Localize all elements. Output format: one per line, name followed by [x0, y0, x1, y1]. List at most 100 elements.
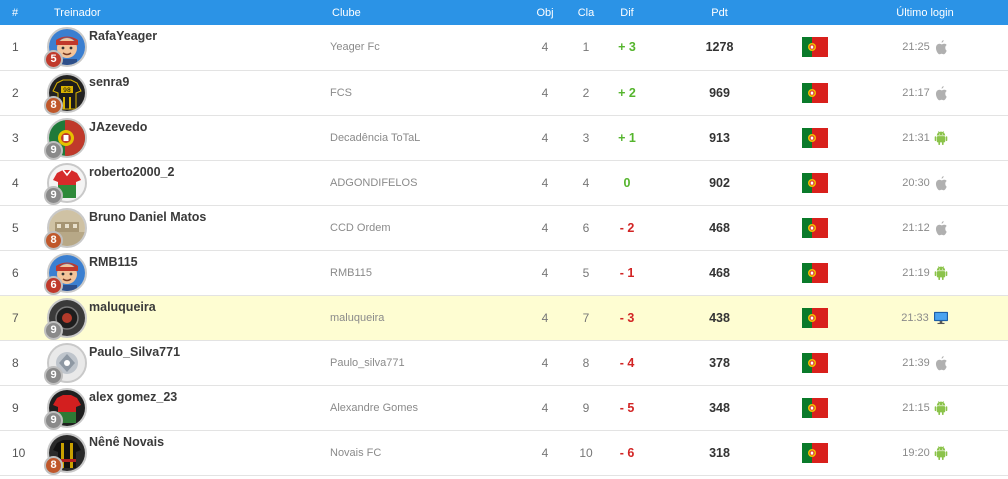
- club-name[interactable]: Alexandre Gomes: [330, 385, 520, 430]
- avatar-wrap[interactable]: 6: [44, 252, 89, 295]
- portugal-flag-icon: [801, 37, 828, 58]
- header-coach[interactable]: Treinador: [45, 0, 330, 25]
- coach-cell: 8 Nênê Novais: [44, 430, 330, 475]
- points-value: 902: [709, 175, 730, 190]
- coach-name-link[interactable]: Paulo_Silva771: [89, 345, 180, 359]
- portugal-flag-icon: [801, 127, 828, 148]
- rank-position: 2: [12, 85, 19, 100]
- level-badge: 9: [44, 410, 63, 430]
- table-row[interactable]: 5 8 Bruno Daniel Matos CCD Ordem 4 6 - 2 468 21:…: [0, 205, 1008, 250]
- header-cla[interactable]: Cla: [570, 0, 602, 25]
- objective-value: 4: [541, 445, 549, 460]
- nationality-cell: [787, 250, 842, 295]
- table-row[interactable]: 6 6 RMB115 RMB115 4 5 - 1 468 21:19: [0, 250, 1008, 295]
- nationality-cell: [787, 70, 842, 115]
- last-login-cell: 21:12: [842, 205, 1008, 250]
- coach-cell: 6 RMB115: [44, 250, 330, 295]
- coach-name-link[interactable]: Nênê Novais: [89, 435, 164, 449]
- table-header-row: # Treinador Clube Obj Cla Dif Pdt Último…: [0, 0, 1008, 25]
- last-login-time: 21:17: [902, 86, 930, 99]
- table-row[interactable]: 8 9 Paulo_Silva771 Paulo_silva771 4 8 - 4 378 21…: [0, 340, 1008, 385]
- classification-value: 9: [582, 400, 590, 415]
- last-login-cell: 21:17: [842, 70, 1008, 115]
- desktop-icon: [933, 311, 949, 325]
- rank-position: 3: [12, 130, 19, 145]
- header-club[interactable]: Clube: [330, 0, 520, 25]
- level-badge: 8: [44, 230, 63, 250]
- avatar-wrap[interactable]: 9: [44, 297, 89, 340]
- coach-name-link[interactable]: alex gomez_23: [89, 390, 177, 404]
- table-row[interactable]: 2 98 8 senra9 FCS 4 2 + 2 969 21:17: [0, 70, 1008, 115]
- table-row[interactable]: 1 5 RafaYeager Yeager Fc 4 1 + 3 1278 21:25: [0, 25, 1008, 70]
- table-row[interactable]: 4 9 roberto2000_2 ADGONDIFELOS 4 4 0 902 20:30: [0, 160, 1008, 205]
- club-name[interactable]: ADGONDIFELOS: [330, 160, 520, 205]
- avatar-wrap[interactable]: 9: [44, 117, 89, 160]
- coach-name-link[interactable]: RMB115: [89, 255, 138, 269]
- classification-value: 5: [582, 265, 590, 280]
- nationality-cell: [787, 295, 842, 340]
- apple-icon: [934, 355, 948, 371]
- avatar-wrap[interactable]: 9: [44, 387, 89, 430]
- club-name[interactable]: FCS: [330, 70, 520, 115]
- club-name[interactable]: CCD Ordem: [330, 205, 520, 250]
- objective-value: 4: [541, 265, 549, 280]
- coach-name-link[interactable]: senra9: [89, 75, 129, 89]
- table-row[interactable]: 7 9 maluqueira maluqueira 4 7 - 3 438 21:33: [0, 295, 1008, 340]
- coach-name-link[interactable]: Bruno Daniel Matos: [89, 210, 206, 224]
- table-row[interactable]: 10 8 Nênê Novais Novais FC 4 10 - 6 318 19:20: [0, 430, 1008, 475]
- last-login-time: 21:31: [902, 131, 930, 144]
- classification-value: 10: [579, 445, 593, 460]
- portugal-flag-icon: [801, 307, 828, 328]
- apple-icon: [934, 175, 948, 191]
- club-name[interactable]: RMB115: [330, 250, 520, 295]
- coach-cell: 5 RafaYeager: [44, 25, 330, 70]
- club-name[interactable]: Yeager Fc: [330, 25, 520, 70]
- ranking-table: # Treinador Clube Obj Cla Dif Pdt Último…: [0, 0, 1008, 476]
- portugal-flag-icon: [801, 82, 828, 103]
- last-login-time: 21:25: [902, 41, 930, 54]
- rank-position: 6: [12, 265, 19, 280]
- points-value: 468: [709, 265, 730, 280]
- header-pdt[interactable]: Pdt: [652, 0, 787, 25]
- nationality-cell: [787, 340, 842, 385]
- android-icon: [934, 265, 948, 281]
- table-row[interactable]: 3 9 JAzevedo Decadência ToTaL 4 3 + 1 913 21:31: [0, 115, 1008, 160]
- points-value: 1278: [705, 40, 734, 55]
- table-row[interactable]: 9 9 alex gomez_23 Alexandre Gomes 4 9 - 5 348 21…: [0, 385, 1008, 430]
- coach-name-link[interactable]: RafaYeager: [89, 29, 157, 43]
- portugal-flag-icon: [801, 442, 828, 463]
- club-name[interactable]: Paulo_silva771: [330, 340, 520, 385]
- header-dif[interactable]: Dif: [602, 0, 652, 25]
- coach-cell: 8 Bruno Daniel Matos: [44, 205, 330, 250]
- nationality-cell: [787, 25, 842, 70]
- nationality-cell: [787, 385, 842, 430]
- portugal-flag-icon: [801, 217, 828, 238]
- objective-value: 4: [541, 40, 549, 55]
- avatar-wrap[interactable]: 5: [44, 27, 89, 69]
- points-value: 348: [709, 400, 730, 415]
- avatar-wrap[interactable]: 98 8: [44, 72, 89, 115]
- difference-value: - 5: [619, 400, 635, 415]
- last-login-time: 21:12: [902, 221, 930, 234]
- header-pos[interactable]: #: [0, 0, 45, 25]
- avatar-wrap[interactable]: 9: [44, 342, 89, 385]
- club-name[interactable]: Decadência ToTaL: [330, 115, 520, 160]
- header-login[interactable]: Último login: [842, 0, 1008, 25]
- avatar-wrap[interactable]: 8: [44, 207, 89, 250]
- nationality-cell: [787, 205, 842, 250]
- header-obj[interactable]: Obj: [520, 0, 570, 25]
- coach-name-link[interactable]: JAzevedo: [89, 120, 147, 134]
- portugal-flag-icon: [801, 262, 828, 283]
- avatar-wrap[interactable]: 8: [44, 432, 89, 475]
- last-login-cell: 21:25: [842, 25, 1008, 70]
- club-name[interactable]: Novais FC: [330, 430, 520, 475]
- club-name[interactable]: maluqueira: [330, 295, 520, 340]
- difference-value: - 2: [619, 220, 635, 235]
- coach-cell: 9 maluqueira: [44, 295, 330, 340]
- coach-name-link[interactable]: maluqueira: [89, 300, 156, 314]
- avatar-wrap[interactable]: 9: [44, 162, 89, 205]
- coach-name-link[interactable]: roberto2000_2: [89, 165, 174, 179]
- objective-value: 4: [541, 400, 549, 415]
- android-icon: [934, 130, 948, 146]
- coach-cell: 9 Paulo_Silva771: [44, 340, 330, 385]
